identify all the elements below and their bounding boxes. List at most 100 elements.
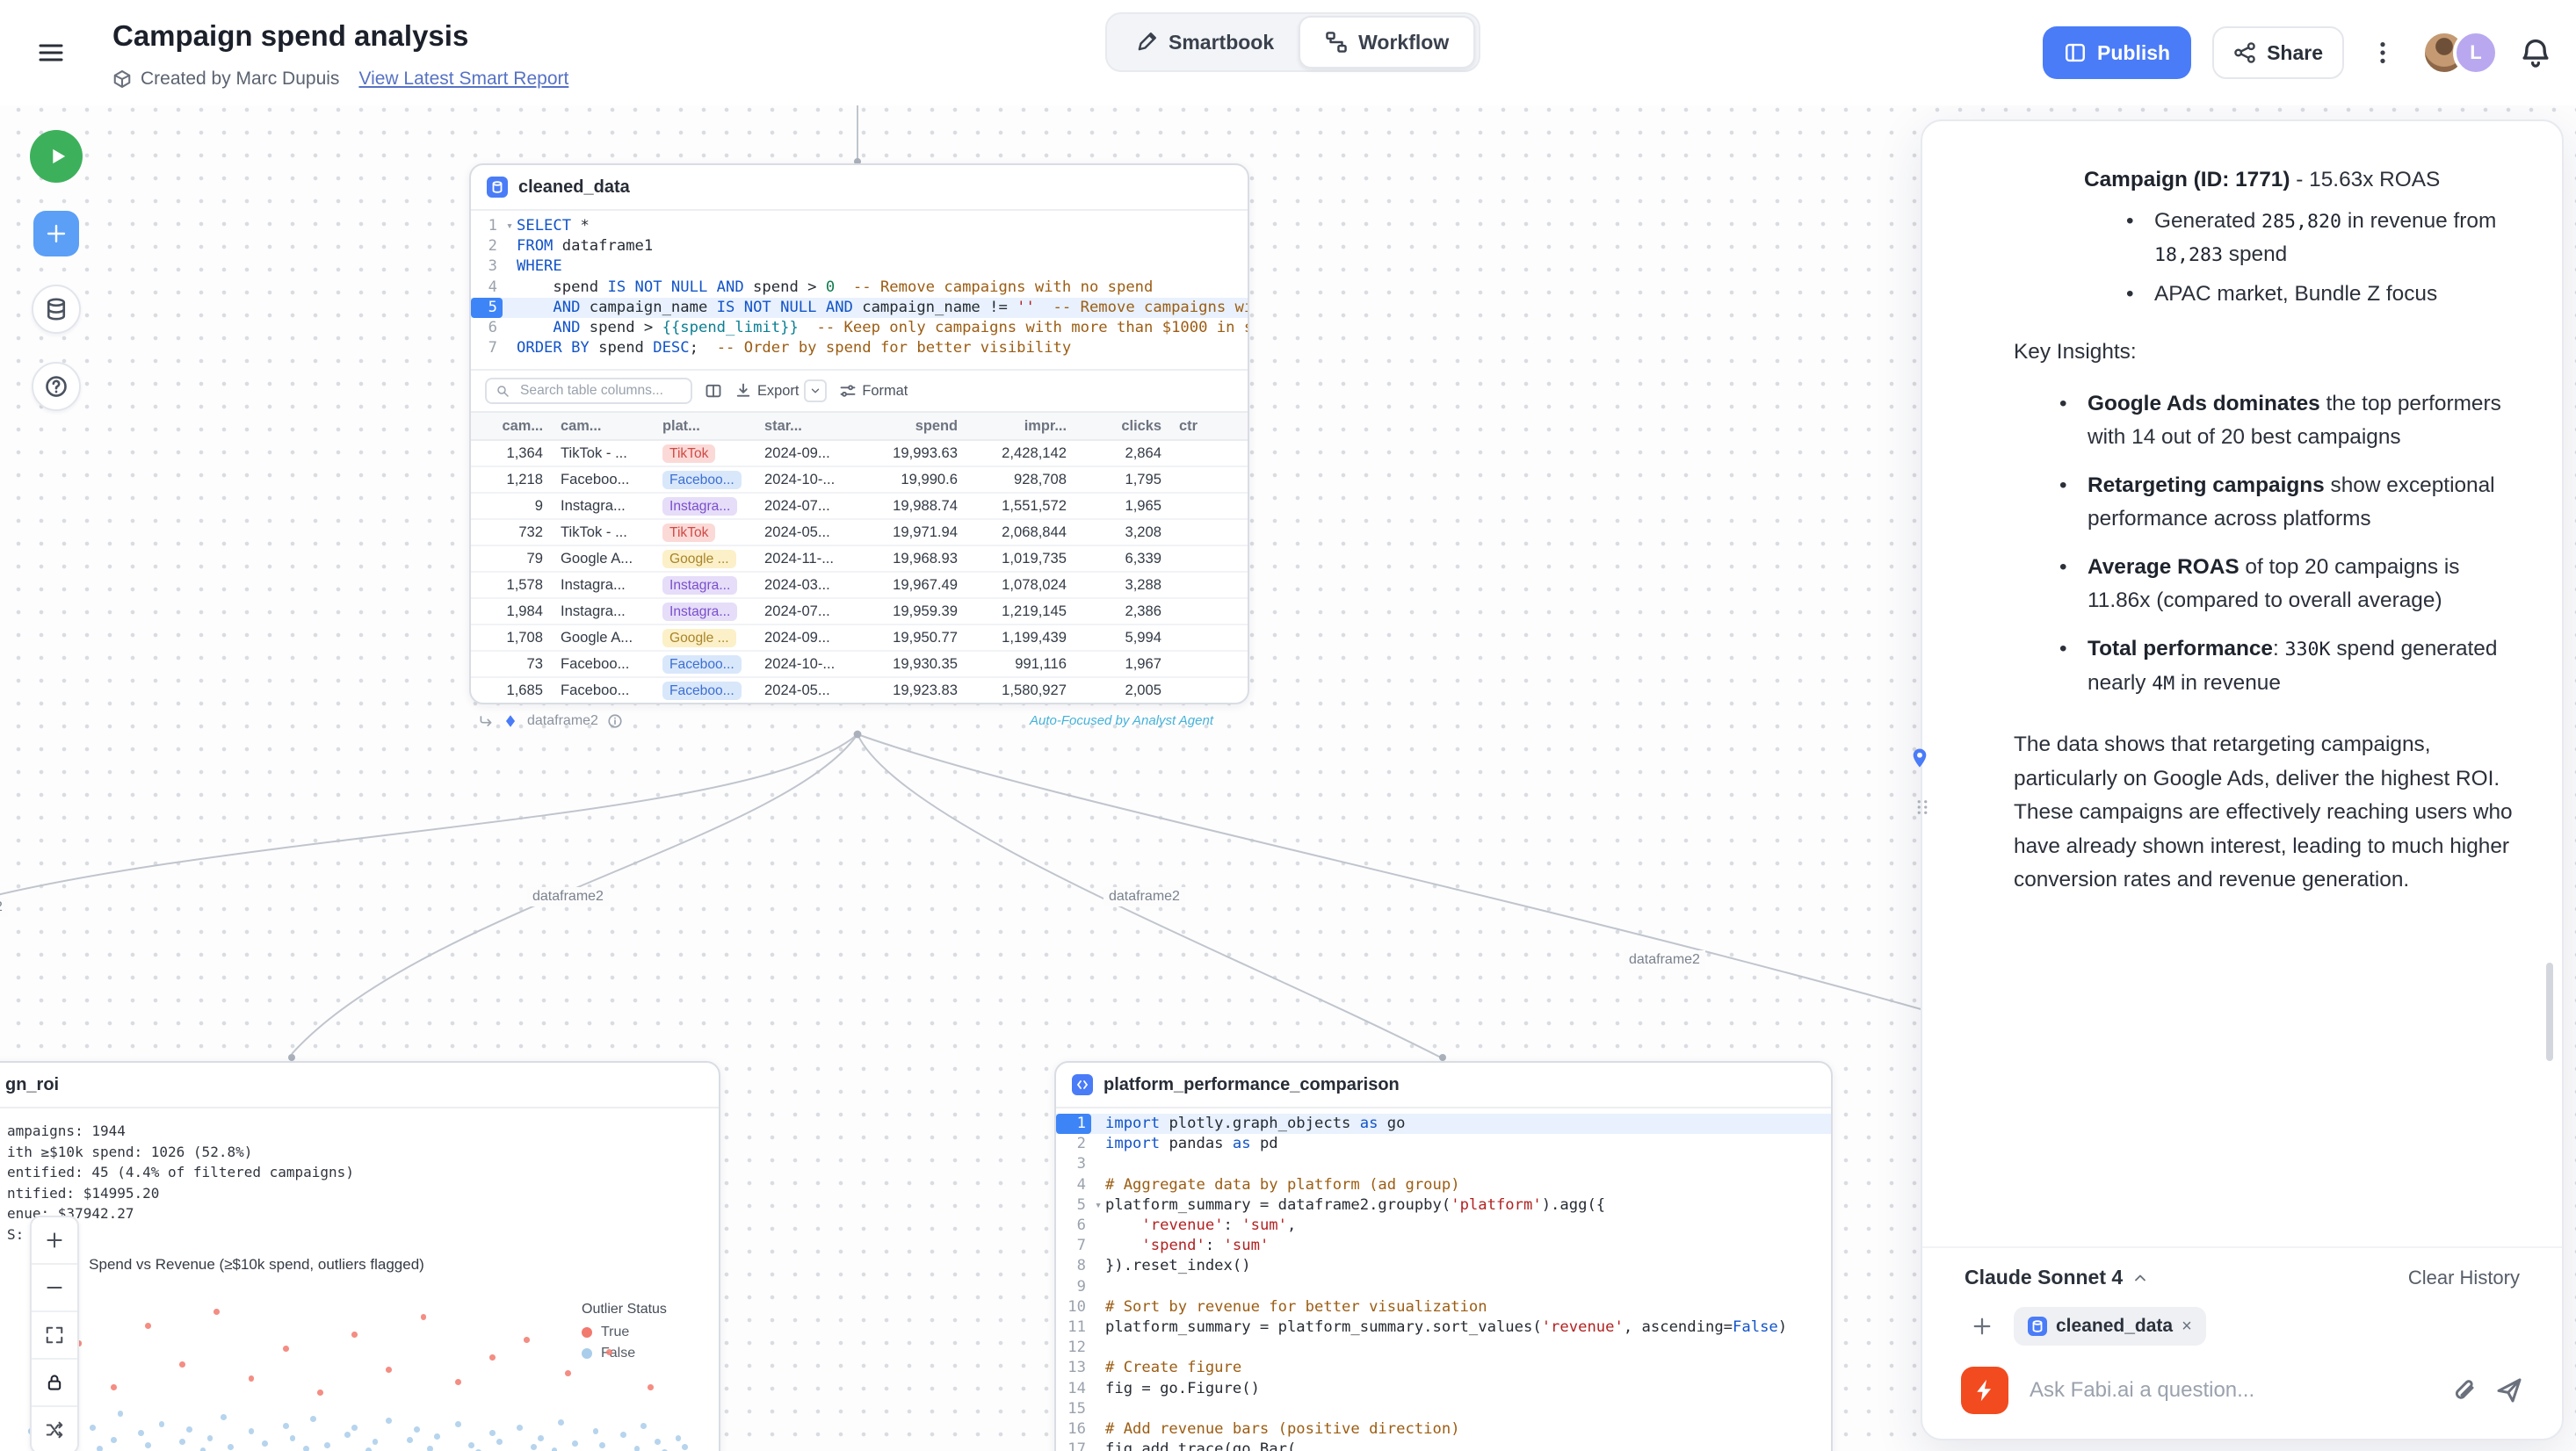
code-line[interactable]: 3 [1056,1154,1831,1174]
more-options-button[interactable] [2365,26,2400,79]
code-line[interactable]: 15 [1056,1399,1831,1419]
code-line[interactable]: 10# Sort by revenue for better visualiza… [1056,1297,1831,1317]
table-row[interactable]: 732TikTok - ...TikTok2024-05...19,971.94… [471,518,1248,545]
scatter-point [648,1384,654,1390]
view-latest-smart-report-link[interactable]: View Latest Smart Report [358,69,568,90]
code-line[interactable]: 13# Create figure [1056,1358,1831,1378]
avatar[interactable]: L [2453,30,2499,76]
share-button[interactable]: Share [2212,26,2344,79]
run-all-button[interactable] [30,130,83,183]
code-line[interactable]: 6 'revenue': 'sum', [1056,1216,1831,1236]
node-header[interactable] [0,1063,719,1108]
columns-button[interactable] [705,382,722,400]
code-line[interactable]: 9 [1056,1277,1831,1297]
platform-badge: TikTok [662,444,715,463]
column-header[interactable]: cam... [471,418,552,435]
code-line[interactable]: 6 AND spend > {{spend_limit}} -- Keep on… [471,318,1248,338]
code-line[interactable]: 16# Add revenue bars (positive direction… [1056,1419,1831,1440]
table-row[interactable]: 9Instagra...Instagra...2024-07...19,988.… [471,492,1248,518]
zoom-in-button[interactable] [32,1217,77,1265]
publish-button[interactable]: Publish [2043,26,2191,79]
data-sources-button[interactable] [32,285,81,334]
lock-button[interactable] [32,1360,77,1407]
table-header-row: cam...cam...plat...star...spendimpr...cl… [471,411,1248,441]
code-line[interactable]: 1▾SELECT * [471,216,1248,236]
tab-smartbook[interactable]: Smartbook [1111,18,1299,67]
notifications-bell-icon[interactable] [2520,37,2551,69]
model-selector[interactable]: Claude Sonnet 4 [1965,1266,2149,1289]
attach-icon[interactable] [2449,1376,2478,1404]
zoom-out-button[interactable] [32,1265,77,1312]
add-cell-button[interactable] [33,211,79,256]
question-input[interactable] [2026,1376,2432,1404]
node-cleaned-data[interactable]: cleaned_data 1▾SELECT *2FROM dataframe13… [469,163,1249,704]
platform-badge: Faceboo... [662,655,742,674]
column-header[interactable]: plat... [654,418,756,435]
scatter-point [386,1418,392,1424]
table-row[interactable]: 1,685Faceboo...Faceboo...2024-05...19,92… [471,676,1248,703]
code-line[interactable]: 4# Aggregate data by platform (ad group) [1056,1175,1831,1195]
node-header[interactable]: cleaned_data [471,165,1248,211]
table-row[interactable]: 1,218Faceboo...Faceboo...2024-10-...19,9… [471,466,1248,492]
table-row[interactable]: 73Faceboo...Faceboo...2024-10-...19,930.… [471,650,1248,676]
scatter-point [682,1444,688,1450]
help-button[interactable] [32,362,81,411]
code-line[interactable]: 11platform_summary = platform_summary.so… [1056,1317,1831,1338]
column-header[interactable]: clicks [1075,418,1170,435]
python-code-editor[interactable]: 1import plotly.graph_objects as go2impor… [1056,1108,1831,1451]
fit-view-button[interactable] [32,1312,77,1360]
scatter-point [386,1367,392,1373]
node-platform-performance[interactable]: platform_performance_comparison 1import … [1054,1061,1833,1451]
code-line[interactable]: 3WHERE [471,256,1248,277]
layout-icon [2064,41,2087,64]
code-line[interactable]: 8}).reset_index() [1056,1256,1831,1276]
column-header[interactable]: spend [857,418,966,435]
output-dataframe-label[interactable]: dataframe2 [527,713,598,729]
code-line[interactable]: 2FROM dataframe1 [471,236,1248,256]
search-input[interactable] [517,381,682,401]
scatter-plot[interactable] [14,1288,703,1451]
table-row[interactable]: 1,578Instagra...Instagra...2024-03...19,… [471,571,1248,597]
code-line[interactable]: 5▾platform_summary = dataframe2.groupby(… [1056,1195,1831,1216]
code-line[interactable]: 7 'spend': 'sum' [1056,1236,1831,1256]
fabi-bolt-icon[interactable] [1961,1367,2008,1414]
avatar-group[interactable]: L [2421,30,2499,76]
code-line[interactable]: 1import plotly.graph_objects as go [1056,1114,1831,1134]
sql-code-editor[interactable]: 1▾SELECT *2FROM dataframe13WHERE4 spend … [471,211,1248,369]
code-line[interactable]: 12 [1056,1338,1831,1358]
context-chip-cleaned-data[interactable]: cleaned_data × [2014,1307,2206,1346]
code-line[interactable]: 4 spend IS NOT NULL AND spend > 0 -- Rem… [471,278,1248,298]
table-row[interactable]: 1,364TikTok - ...TikTok2024-09...19,993.… [471,441,1248,466]
code-line[interactable]: 7ORDER BY spend DESC; -- Order by spend … [471,338,1248,358]
remove-chip-icon[interactable]: × [2182,1317,2192,1337]
export-menu-button[interactable] [804,379,827,402]
model-row: Claude Sonnet 4 Clear History [1922,1246,2562,1289]
column-header[interactable]: cam... [552,418,654,435]
node-campaign-roi[interactable]: gn_roi ampaigns: 1944ith ≥$10k spend: 10… [0,1061,720,1451]
format-button[interactable]: Format [839,382,908,400]
node-header[interactable]: platform_performance_comparison [1056,1063,1831,1108]
rearrange-button[interactable] [32,1407,77,1451]
table-row[interactable]: 1,984Instagra...Instagra...2024-07...19,… [471,597,1248,624]
publish-label: Publish [2097,41,2170,65]
column-header[interactable]: star... [756,418,857,435]
panel-drag-handle[interactable] [1914,794,1931,820]
panel-pin-icon[interactable] [1908,747,1931,769]
panel-scrollbar[interactable] [2546,963,2553,1061]
code-line[interactable]: 17fig.add_trace(go.Bar( [1056,1440,1831,1451]
column-header[interactable]: impr... [966,418,1075,435]
clear-history-button[interactable]: Clear History [2408,1267,2520,1289]
table-row[interactable]: 1,708Google A...Google ...2024-09...19,9… [471,624,1248,650]
code-line[interactable]: 14fig = go.Figure() [1056,1379,1831,1399]
send-icon[interactable] [2495,1376,2523,1404]
add-context-button[interactable] [1965,1309,2000,1344]
code-line[interactable]: 2import pandas as pd [1056,1134,1831,1154]
table-search[interactable] [485,378,692,404]
table-row[interactable]: 79Google A...Google ...2024-11-...19,968… [471,545,1248,571]
column-header[interactable]: ctr [1170,418,1212,435]
export-button[interactable]: Export [734,379,827,402]
tab-workflow[interactable]: Workflow [1299,16,1475,69]
code-line[interactable]: 5 AND campaign_name IS NOT NULL AND camp… [471,298,1248,318]
menu-icon[interactable] [35,39,67,67]
scatter-point [111,1437,117,1443]
